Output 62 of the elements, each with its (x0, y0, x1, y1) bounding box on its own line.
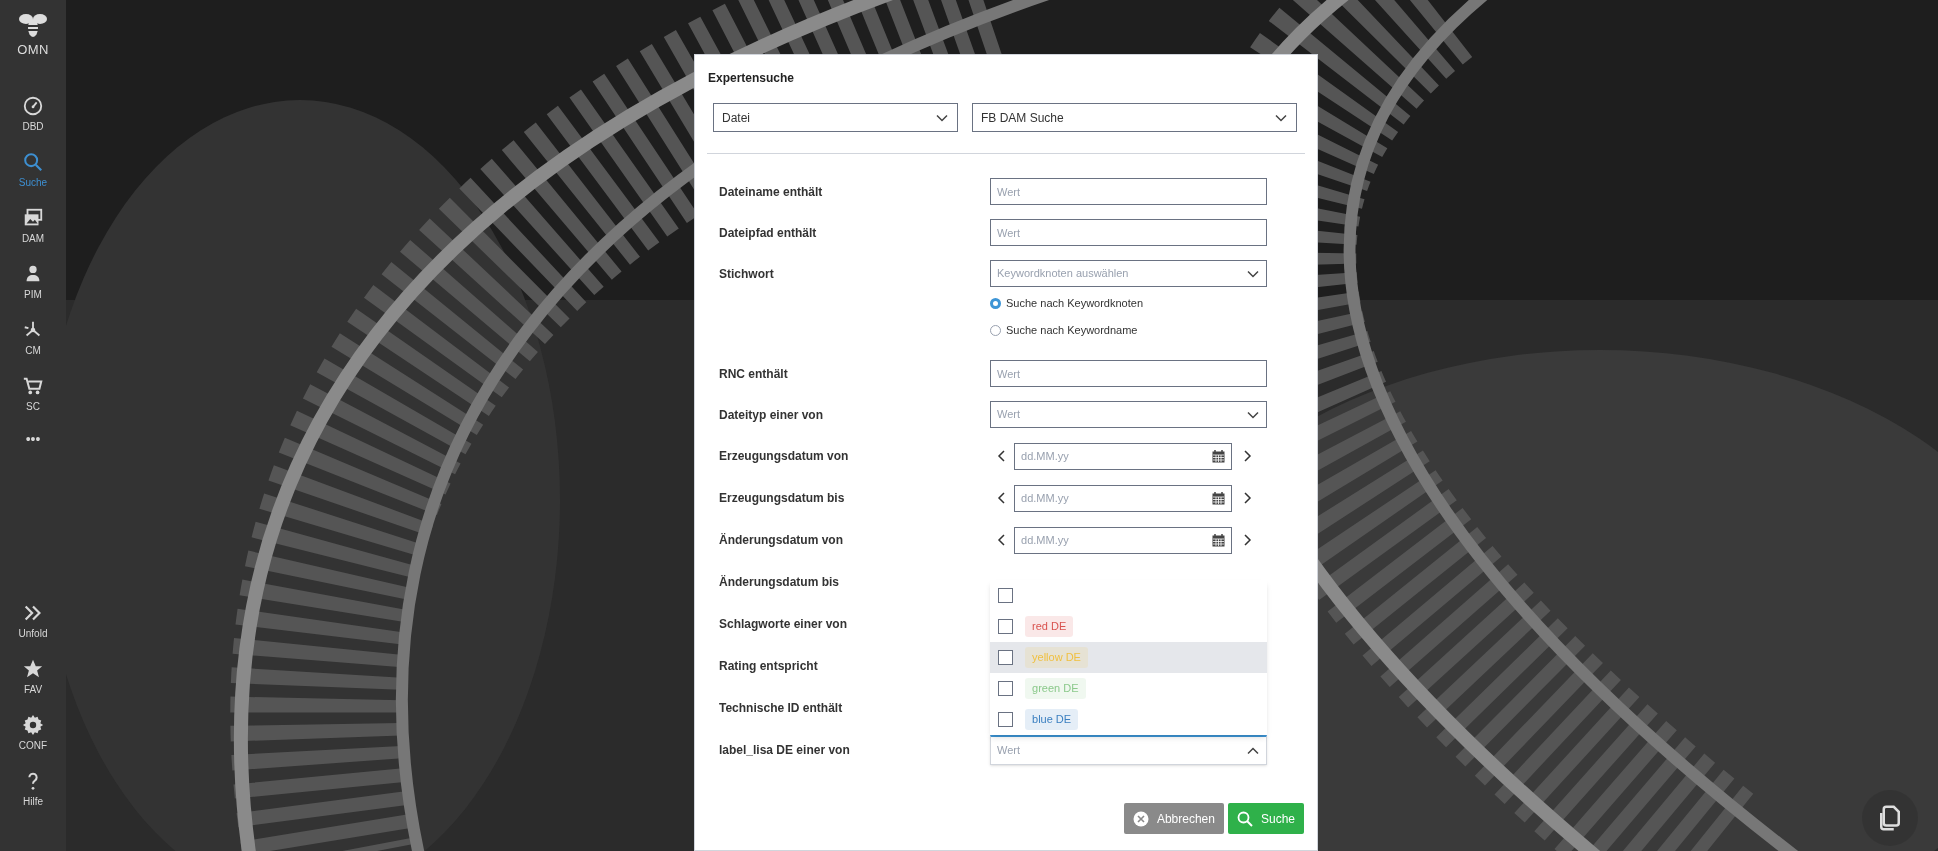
search-icon (1236, 810, 1253, 827)
field-label: Dateipfad enthält (719, 225, 817, 240)
date-field[interactable]: dd.MM.yy (1014, 442, 1232, 470)
radio-option[interactable]: Suche nach Keywordname (990, 321, 1267, 339)
sidebar-item[interactable]: FAV (0, 649, 66, 705)
checkbox[interactable] (998, 619, 1013, 634)
select-field[interactable]: FB DAM Suche (972, 103, 1297, 132)
date-field[interactable]: dd.MM.yy (1014, 526, 1232, 554)
chevron-left-icon (997, 533, 1007, 547)
search-icon (22, 150, 44, 173)
tag: yellow DE (1025, 647, 1088, 668)
field-label: Änderungsdatum bis (719, 575, 839, 589)
field-label: Technische ID enthält (719, 701, 843, 715)
calendar-icon (1212, 491, 1225, 505)
calendar-icon (1212, 449, 1225, 463)
tag: blue DE (1025, 709, 1079, 730)
close-icon (1132, 810, 1149, 827)
field-label: Änderungsdatum von (719, 533, 843, 547)
input-field[interactable]: Wert (990, 219, 1267, 246)
field-label: Dateiname enthält (719, 184, 823, 199)
gauge-icon (22, 94, 44, 117)
chevron-right-icon (1242, 449, 1252, 463)
chevron-right-icon (1242, 491, 1252, 505)
sidebar-item[interactable]: CONF (0, 705, 66, 761)
checkbox[interactable] (998, 681, 1013, 696)
sidebar-item[interactable]: Suche (0, 142, 66, 198)
field-label: label_lisa DE einer von (719, 743, 850, 757)
field-label: Erzeugungsdatum bis (719, 491, 845, 505)
sidebar-item[interactable]: DBD (0, 86, 66, 142)
input-field[interactable]: Wert (990, 360, 1267, 387)
chevron-left-icon (997, 491, 1007, 505)
tag: red DE (1025, 616, 1074, 637)
sidebar-item[interactable]: Unfold (0, 593, 66, 649)
bee-logo-icon (18, 12, 48, 38)
dropdown-option[interactable]: blue DE (990, 704, 1267, 735)
calendar-icon (1212, 533, 1225, 547)
field-label: Stichwort (719, 266, 774, 281)
sidebar-item[interactable]: PIM (0, 254, 66, 310)
field-label: Rating entspricht (719, 659, 818, 673)
date-field[interactable]: dd.MM.yy (1014, 484, 1232, 512)
checkbox[interactable] (998, 588, 1013, 603)
gear-icon (22, 713, 44, 736)
sidebar-item[interactable]: Hilfe (0, 761, 66, 817)
sidebar-item[interactable]: CM (0, 310, 66, 366)
radio-option[interactable]: Suche nach Keywordknoten (990, 294, 1267, 312)
dialog-title: Expertensuche (707, 70, 796, 87)
field-label: Dateityp einer von (719, 407, 824, 422)
dropdown-option[interactable]: red DE (990, 611, 1267, 642)
checkbox[interactable] (998, 650, 1013, 665)
sidebar-item[interactable]: SC (0, 366, 66, 422)
tag: green DE (1025, 678, 1086, 699)
logo-text: OMN (17, 41, 49, 59)
field-label: RNC enthält (719, 366, 788, 381)
field-label: Erzeugungsdatum von (719, 449, 849, 463)
input-field[interactable]: Wert (990, 178, 1267, 205)
checkbox[interactable] (998, 712, 1013, 727)
sidebar-item[interactable]: DAM (0, 198, 66, 254)
chevron-right-icon (1242, 533, 1252, 547)
select-field[interactable]: Datei (713, 103, 958, 132)
field-label: Schlagworte einer von (719, 617, 848, 631)
more-button[interactable]: ••• (25, 432, 41, 446)
chevron-left-icon (997, 449, 1007, 463)
